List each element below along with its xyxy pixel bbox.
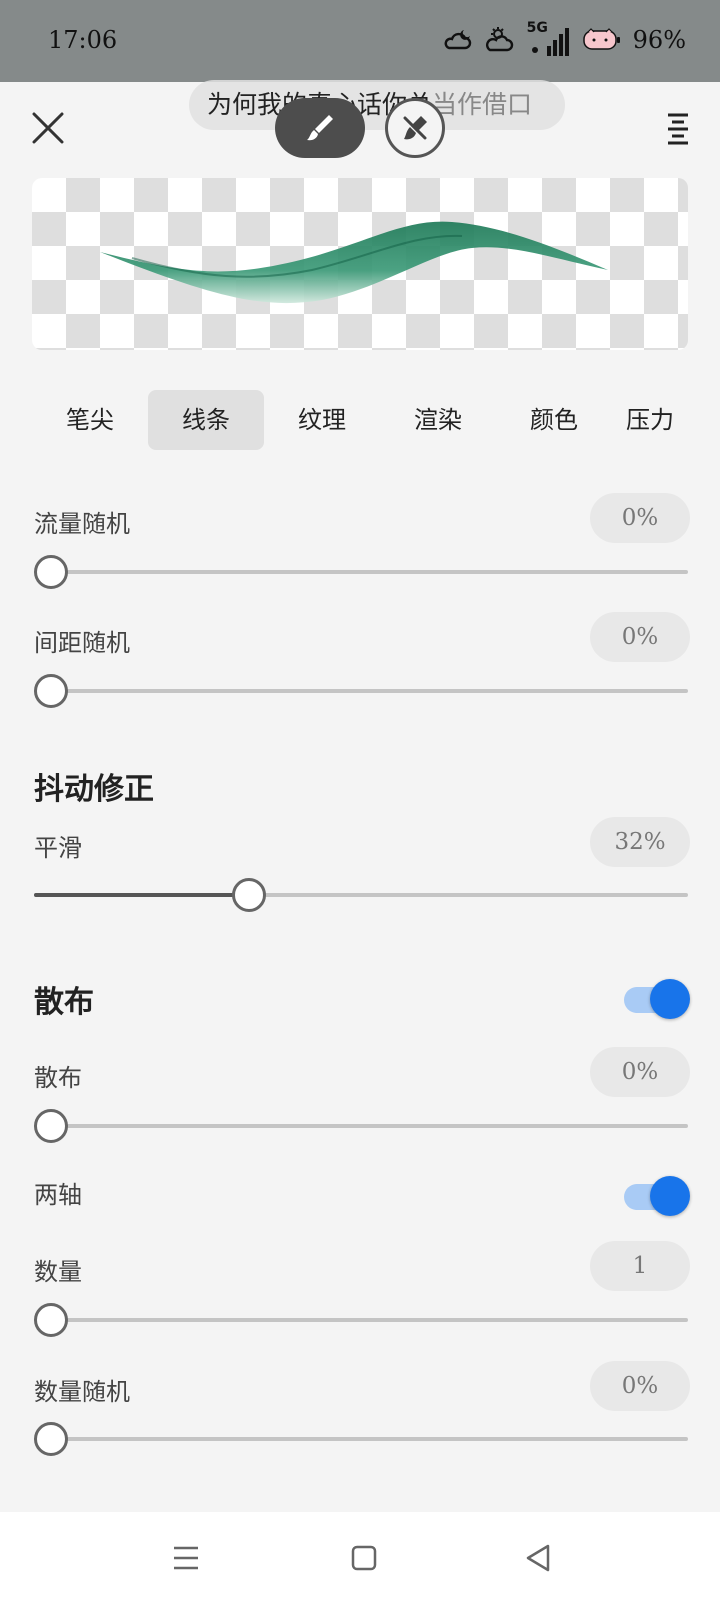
- menu-lines-icon: [174, 1546, 198, 1570]
- spacing-random-value[interactable]: 0%: [590, 612, 690, 662]
- brush-icon: [307, 115, 333, 141]
- count-random-slider[interactable]: [34, 1422, 688, 1456]
- slider-thumb[interactable]: [34, 1422, 68, 1456]
- menu-button[interactable]: [666, 112, 690, 146]
- brush-stroke-preview: [100, 221, 608, 304]
- lyrics-toast: 为何我的真心话你总当作借口: [189, 80, 565, 130]
- flow-random-slider[interactable]: [34, 555, 688, 589]
- scatter-title: 散布: [34, 985, 94, 1020]
- slider-thumb[interactable]: [34, 1109, 68, 1143]
- flow-random-value[interactable]: 0%: [590, 493, 690, 543]
- smooth-value[interactable]: 32%: [590, 817, 690, 867]
- system-nav-bar: [0, 1512, 720, 1604]
- scatter-value[interactable]: 0%: [590, 1047, 690, 1097]
- close-icon: [32, 112, 64, 144]
- settings-tabs: 笔尖 线条 纹理 渲染 颜色 压力: [32, 390, 688, 450]
- scatter-label: 散布: [34, 1064, 82, 1092]
- count-random-value[interactable]: 0%: [590, 1361, 690, 1411]
- stabilization-title: 抖动修正: [34, 772, 154, 807]
- weather-cloud-sun-icon: [485, 27, 513, 52]
- nav-menu-button[interactable]: [166, 1538, 206, 1578]
- battery-percent: 96%: [632, 26, 686, 54]
- menu-icon: [668, 113, 688, 145]
- weather-cloud-moon-icon: [444, 30, 471, 50]
- scatter-slider[interactable]: [34, 1109, 688, 1143]
- tab-render[interactable]: 渲染: [380, 390, 496, 450]
- tab-brush-tip[interactable]: 笔尖: [32, 390, 148, 450]
- flow-random-label: 流量随机: [34, 510, 130, 538]
- slider-thumb[interactable]: [34, 1303, 68, 1337]
- smooth-label: 平滑: [34, 834, 82, 862]
- eraser-brush-cross-icon: [403, 116, 427, 140]
- battery-icon: [582, 28, 620, 50]
- scatter-toggle[interactable]: [624, 979, 690, 1019]
- brush-mode-button[interactable]: [275, 98, 365, 158]
- slider-thumb[interactable]: [34, 555, 68, 589]
- smooth-slider[interactable]: [34, 878, 688, 912]
- tab-stroke[interactable]: 线条: [148, 390, 264, 450]
- count-random-label: 数量随机: [34, 1378, 130, 1406]
- count-slider[interactable]: [34, 1303, 688, 1337]
- both-axes-label: 两轴: [34, 1181, 82, 1209]
- count-label: 数量: [34, 1258, 82, 1286]
- status-bar: 17:06 5G 96%: [0, 0, 720, 82]
- status-icons: 5G 96%: [443, 20, 686, 58]
- spacing-random-slider[interactable]: [34, 674, 688, 708]
- square-home-icon: [351, 1545, 377, 1571]
- triangle-back-icon: [526, 1544, 550, 1572]
- brush-preview: [32, 178, 688, 350]
- close-button[interactable]: [28, 108, 68, 148]
- status-time: 17:06: [48, 26, 118, 54]
- nav-home-button[interactable]: [344, 1538, 384, 1578]
- slider-thumb[interactable]: [232, 878, 267, 912]
- tab-color[interactable]: 颜色: [496, 390, 612, 450]
- both-axes-toggle[interactable]: [624, 1176, 690, 1216]
- spacing-random-label: 间距随机: [34, 629, 130, 657]
- signal-icon: 5G: [527, 20, 571, 58]
- nav-back-button[interactable]: [518, 1538, 558, 1578]
- eraser-mode-button[interactable]: [385, 98, 445, 158]
- tab-pressure[interactable]: 压力: [612, 390, 688, 450]
- tab-texture[interactable]: 纹理: [264, 390, 380, 450]
- slider-thumb[interactable]: [34, 674, 68, 708]
- toast-text-faded: 当作借口: [432, 90, 533, 119]
- count-value[interactable]: 1: [590, 1241, 690, 1291]
